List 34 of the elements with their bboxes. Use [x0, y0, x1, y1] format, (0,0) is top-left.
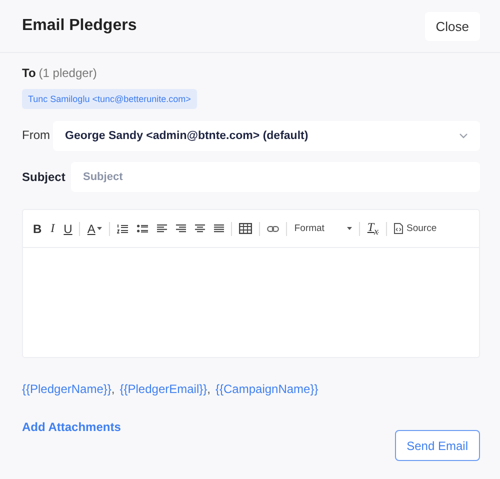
align-center-icon[interactable] [195, 224, 206, 233]
caret-icon [347, 227, 352, 230]
justify-icon[interactable] [214, 224, 224, 233]
align-right-icon[interactable] [176, 224, 186, 233]
subject-field[interactable]: Subject [71, 162, 480, 192]
recipient-count: (1 pledger) [38, 66, 97, 80]
tag-separator: , [111, 382, 115, 396]
chevron-down-icon [459, 133, 468, 139]
text-color-button[interactable]: A [87, 222, 102, 236]
merge-tag-link[interactable]: {{CampaignName}} [216, 382, 318, 396]
bold-button[interactable]: B [33, 222, 42, 236]
format-dropdown[interactable]: Format [294, 223, 352, 234]
merge-tag-link[interactable]: {{PledgerEmail}} [120, 382, 208, 396]
from-label: From [22, 127, 51, 142]
tag-separator: , [207, 382, 210, 396]
code-file-icon [394, 223, 402, 234]
numbered-list-icon[interactable] [117, 224, 128, 234]
underline-button[interactable]: U [64, 222, 72, 236]
clear-formatting-button[interactable]: T$_{x}$ [367, 220, 378, 238]
to-label: To [22, 66, 36, 80]
link-icon[interactable] [267, 226, 280, 232]
italic-button[interactable]: I [50, 221, 55, 236]
table-icon[interactable] [239, 223, 252, 234]
bullet-list-icon[interactable] [137, 224, 148, 233]
source-button[interactable]: Source [394, 223, 437, 234]
add-attachments-link[interactable]: Add Attachments [22, 420, 121, 434]
close-button[interactable]: Close [424, 12, 480, 40]
dialog-title: Email Pledgers [22, 17, 137, 35]
send-email-button[interactable]: Send Email [394, 430, 480, 461]
align-left-icon[interactable] [157, 224, 168, 233]
merge-tag-link[interactable]: {{PledgerName}} [22, 382, 112, 396]
subject-label: Subject [22, 170, 66, 184]
caret-icon [97, 227, 102, 230]
from-select[interactable]: George Sandy <admin@btnte.com> (default) [53, 121, 480, 151]
